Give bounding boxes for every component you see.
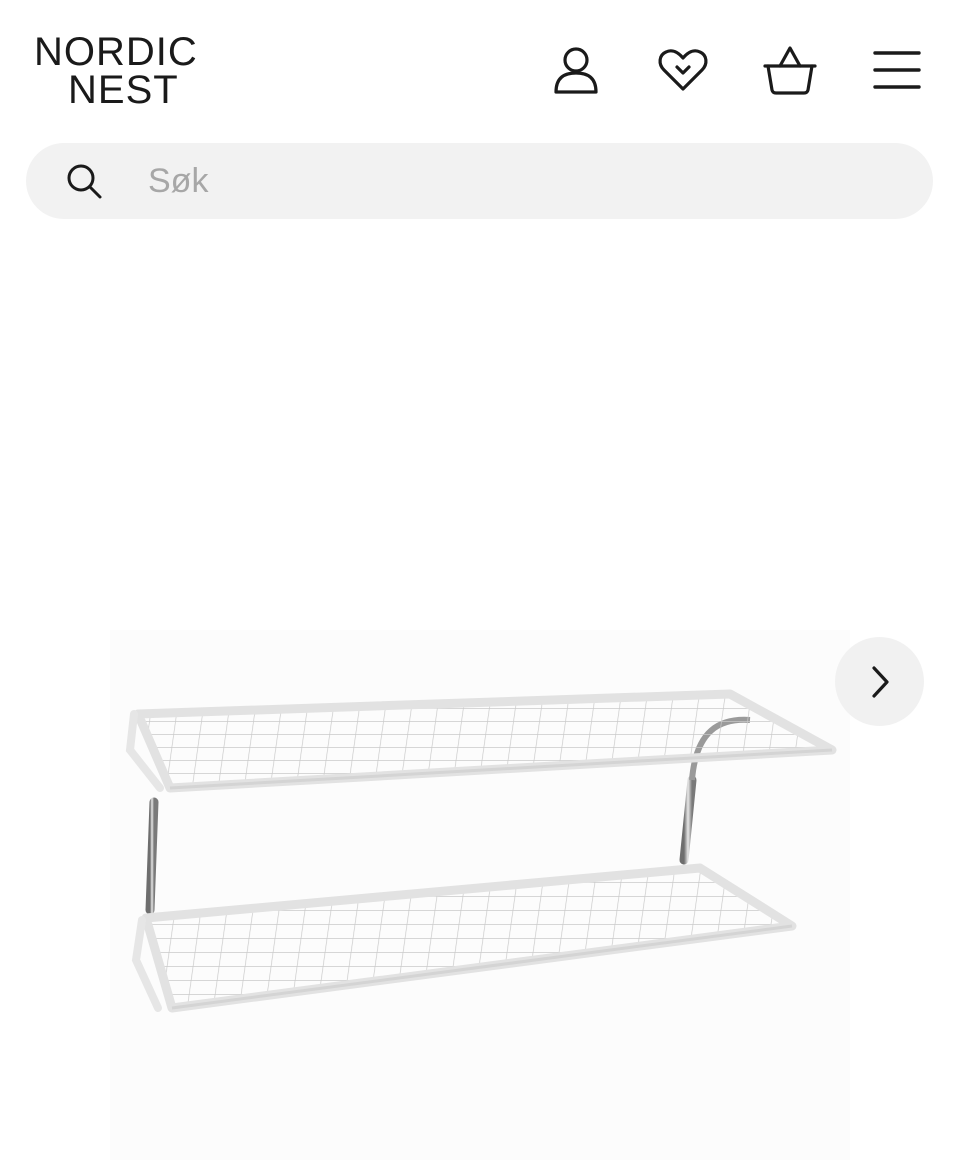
chevron-right-icon — [871, 665, 889, 698]
menu-icon[interactable] — [869, 42, 925, 98]
logo-line-1: NORDIC — [34, 30, 198, 74]
nordic-nest-logo[interactable]: NORDIC NEST — [34, 30, 214, 116]
next-image-button[interactable] — [835, 637, 924, 726]
logo-line-2: NEST — [68, 68, 179, 112]
heart-icon[interactable] — [655, 42, 711, 98]
product-gallery — [0, 240, 960, 1165]
product-image[interactable] — [110, 630, 850, 1160]
search-icon[interactable] — [64, 161, 104, 201]
search-bar[interactable] — [26, 143, 933, 219]
search-input[interactable] — [148, 157, 888, 205]
site-header: NORDIC NEST — [0, 0, 960, 140]
basket-icon[interactable] — [762, 42, 818, 98]
account-icon[interactable] — [548, 42, 604, 98]
